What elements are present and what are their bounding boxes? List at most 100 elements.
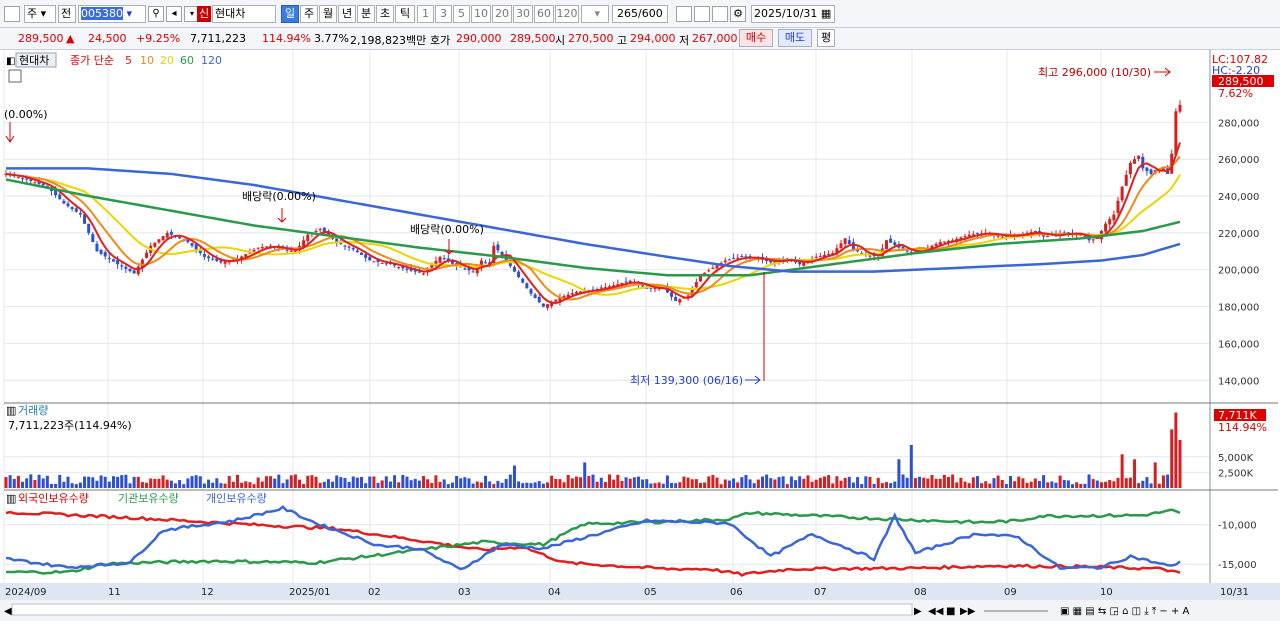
- num-btn-20[interactable]: 20: [492, 5, 512, 23]
- candle-body: [711, 267, 715, 269]
- date-field[interactable]: 2025/10/31 ▦: [751, 5, 835, 23]
- candle-body: [380, 262, 384, 264]
- volume-bar: [533, 482, 537, 488]
- candle-body: [525, 283, 529, 289]
- toggle-icon[interactable]: ◧: [6, 56, 15, 67]
- range-select[interactable]: 전: [58, 5, 76, 23]
- candle-body: [190, 243, 194, 246]
- speaker-icon[interactable]: ◂: [166, 6, 182, 22]
- period-minute[interactable]: 분: [357, 5, 375, 23]
- volume-bar: [732, 478, 736, 488]
- volume-bar: [570, 478, 574, 488]
- calculator-icon[interactable]: [8, 69, 22, 83]
- volume-bar: [864, 476, 868, 488]
- volume-bar: [843, 477, 847, 488]
- volume-bar: [467, 478, 471, 488]
- volume-bar: [661, 483, 665, 488]
- volume-bar: [765, 474, 769, 488]
- volume-bar: [781, 476, 785, 488]
- num-btn-10[interactable]: 10: [471, 5, 491, 23]
- volume-bar: [1120, 454, 1124, 488]
- period-year[interactable]: 년: [338, 5, 356, 23]
- move-icon[interactable]: [712, 6, 728, 22]
- low-label: 저: [679, 34, 690, 47]
- candle-body: [653, 288, 657, 290]
- volume-bar: [455, 475, 459, 488]
- period-week[interactable]: 주: [300, 5, 318, 23]
- volume-tick-label: 2,500K: [1218, 468, 1254, 479]
- volume-bar: [851, 482, 855, 488]
- volume-bar: [1079, 483, 1083, 488]
- stock-name-field[interactable]: 현대차: [212, 5, 276, 23]
- candle-body: [153, 242, 157, 247]
- volume-bar: [1099, 482, 1103, 488]
- period-month[interactable]: 월: [319, 5, 337, 23]
- tool-icons[interactable]: ▣ ▦ ▤ ⇆ ◲ ⌂ ◫ ⤓ ⤒ − + A: [1060, 606, 1190, 617]
- high-label: 고: [617, 34, 628, 47]
- price-tick-label: 140,000: [1218, 376, 1259, 387]
- volume-bar: [149, 478, 153, 488]
- candle-body: [996, 235, 1000, 237]
- candle-body: [1137, 155, 1141, 159]
- volume-bar: [827, 475, 831, 488]
- num-btn-3[interactable]: 3: [435, 5, 452, 23]
- holding-line: [5, 505, 1181, 571]
- volume-bar: [132, 476, 136, 488]
- legend-ma120: 120: [201, 54, 222, 67]
- volume-bar: [550, 475, 554, 488]
- candle-body: [670, 292, 674, 297]
- volume-bar: [207, 479, 211, 488]
- custom-period-select[interactable]: ▾: [581, 5, 609, 23]
- scroll-right-icon[interactable]: ▶: [914, 606, 922, 617]
- num-btn-30[interactable]: 30: [513, 5, 533, 23]
- num-btn-60[interactable]: 60: [534, 5, 554, 23]
- avg-button[interactable]: 평: [817, 29, 835, 47]
- volume-bar: [905, 477, 909, 488]
- grid-icon[interactable]: [676, 6, 692, 22]
- settings-icon[interactable]: ⚙: [730, 6, 746, 22]
- candle-body: [599, 287, 603, 289]
- volume-bar: [293, 474, 297, 488]
- draw-icon[interactable]: [694, 6, 710, 22]
- count-field[interactable]: 265/600: [612, 5, 668, 23]
- change-rate: +9.25%: [136, 32, 181, 45]
- period-tick[interactable]: 틱: [395, 5, 415, 23]
- candle-body: [16, 177, 20, 179]
- volume-bar: [1062, 479, 1066, 488]
- candle-body: [847, 240, 851, 244]
- volume-bar: [736, 482, 740, 488]
- rewind-icon[interactable]: ◀◀: [928, 606, 944, 617]
- volume-bar: [930, 475, 934, 488]
- volume-bar: [364, 483, 368, 488]
- volume-bar: [1153, 462, 1157, 488]
- num-btn-1[interactable]: 1: [417, 5, 434, 23]
- num-btn-120[interactable]: 120: [555, 5, 579, 23]
- volume-bar: [99, 475, 103, 488]
- buy-button[interactable]: 매수: [739, 29, 773, 47]
- volume-bar: [885, 482, 888, 488]
- holding-lines: [5, 505, 1181, 577]
- volume-bar: [314, 476, 318, 488]
- window-icon[interactable]: [4, 6, 20, 22]
- stop-icon[interactable]: ■: [946, 606, 955, 617]
- legend-stock-name: 현대차: [19, 54, 49, 67]
- volume-bar: [723, 479, 727, 488]
- volume-last-pct: 114.94%: [1218, 421, 1267, 434]
- candle-body: [405, 268, 409, 270]
- volume-bar: [54, 483, 58, 488]
- scroll-left-icon[interactable]: ◀: [4, 606, 12, 617]
- sell-button[interactable]: 매도: [778, 29, 812, 47]
- period-day[interactable]: 일: [281, 5, 299, 23]
- volume-bar: [488, 481, 492, 488]
- candle-body: [25, 178, 29, 180]
- num-btn-5[interactable]: 5: [453, 5, 470, 23]
- volume-bar: [240, 482, 244, 488]
- candle-body: [1120, 186, 1124, 201]
- volume-bar: [178, 480, 182, 488]
- code-input[interactable]: 005380 ▾: [78, 5, 146, 23]
- period-second[interactable]: 초: [376, 5, 394, 23]
- type-select[interactable]: 주 ▾: [24, 5, 56, 23]
- forward-icon[interactable]: ▶▶: [960, 606, 976, 617]
- search-icon[interactable]: ⚲: [148, 6, 164, 22]
- scroll-track[interactable]: [11, 603, 913, 616]
